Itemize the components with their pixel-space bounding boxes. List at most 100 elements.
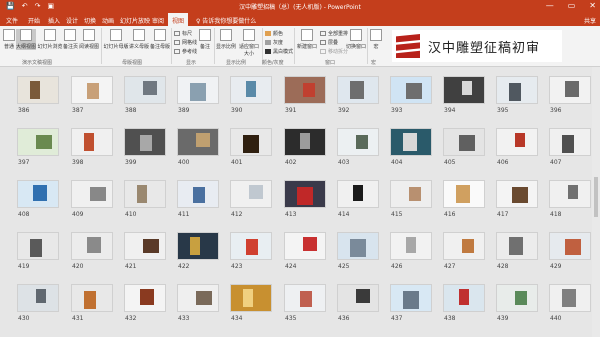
new-window-button[interactable]: 新建窗口 [296, 29, 318, 50]
slide-thumbnail[interactable] [124, 76, 166, 104]
slide-thumbnail[interactable] [337, 284, 379, 312]
slide-thumbnail[interactable] [390, 232, 432, 260]
tell-me-search[interactable]: ♀ 告诉我你想要做什么 [196, 16, 256, 25]
slide-thumbnail[interactable] [284, 180, 326, 208]
slide-thumbnail[interactable] [177, 128, 219, 156]
tab-file[interactable]: 文件 [6, 16, 18, 25]
slide-thumbnail[interactable] [443, 180, 485, 208]
slide-thumbnail[interactable] [124, 284, 166, 312]
close-button[interactable]: ✕ [589, 1, 596, 10]
switch-windows-button[interactable]: 切换窗口 [346, 29, 366, 50]
vertical-scrollbar[interactable] [592, 67, 600, 337]
slide-thumbnail[interactable] [496, 284, 538, 312]
slide-thumbnail[interactable] [71, 128, 113, 156]
slide-thumbnail[interactable] [443, 128, 485, 156]
slide-number: 414 [338, 211, 350, 218]
gridlines-checkbox[interactable]: 网格线 [174, 39, 197, 46]
slide-thumbnail[interactable] [71, 284, 113, 312]
slide-thumbnail[interactable] [549, 232, 591, 260]
slide-thumbnail[interactable] [17, 232, 59, 260]
notes-master-button[interactable]: 备注母版 [150, 29, 170, 50]
slide-thumbnail[interactable] [496, 180, 538, 208]
slide-thumbnail[interactable] [124, 128, 166, 156]
slide-thumbnail[interactable] [284, 284, 326, 312]
slide-thumbnail[interactable] [390, 284, 432, 312]
slide-thumbnail[interactable] [337, 180, 379, 208]
slide-thumbnail[interactable] [71, 232, 113, 260]
slide-thumbnail[interactable] [71, 180, 113, 208]
notes-button[interactable]: 备注 [198, 29, 212, 50]
slide-sorter: 386 387 388 389 390 391 392 393 394 395 396 397 398 3… [0, 67, 600, 337]
minimize-button[interactable]: — [546, 1, 554, 10]
slide-sorter-button[interactable]: 幻灯片浏览 [37, 29, 63, 50]
tab-home[interactable]: 开始 [28, 16, 40, 25]
fit-to-window-button[interactable]: 适应窗口大小 [237, 29, 261, 57]
slide-thumbnail[interactable] [71, 76, 113, 104]
slide-thumbnail[interactable] [230, 284, 272, 312]
tab-design[interactable]: 设计 [66, 16, 78, 25]
slide-thumbnail[interactable] [443, 232, 485, 260]
slide-thumbnail[interactable] [124, 180, 166, 208]
slide-thumbnail[interactable] [230, 128, 272, 156]
share-button[interactable]: 共享 [584, 16, 596, 25]
slide-thumbnail[interactable] [284, 128, 326, 156]
slide-thumbnail[interactable] [230, 232, 272, 260]
tab-animations[interactable]: 动画 [102, 16, 114, 25]
slide-thumbnail[interactable] [337, 76, 379, 104]
slide-thumbnail[interactable] [17, 180, 59, 208]
slide-image [462, 81, 472, 95]
reading-view-button[interactable]: 阅读视图 [78, 29, 100, 50]
slide-thumbnail[interactable] [390, 128, 432, 156]
notes-page-button[interactable]: 备注页 [63, 29, 78, 50]
slide-thumbnail[interactable] [390, 76, 432, 104]
color-option[interactable]: 颜色 [265, 30, 283, 37]
slide-thumbnail[interactable] [284, 232, 326, 260]
restore-button[interactable]: ▭ [568, 1, 576, 10]
slide-thumbnail[interactable] [496, 128, 538, 156]
slide-thumbnail[interactable] [337, 232, 379, 260]
grayscale-option[interactable]: 灰度 [265, 39, 283, 46]
slide-thumbnail[interactable] [230, 76, 272, 104]
black-white-option[interactable]: 黑白模式 [265, 48, 293, 55]
slide-thumbnail[interactable] [177, 76, 219, 104]
slide-image [515, 133, 525, 147]
tab-transitions[interactable]: 切换 [84, 16, 96, 25]
slide-thumbnail[interactable] [549, 180, 591, 208]
slide-thumbnail[interactable] [284, 76, 326, 104]
slide-image [562, 135, 574, 153]
macros-button[interactable]: 宏 [369, 29, 383, 50]
tab-view[interactable]: 视图 [168, 13, 189, 26]
slide-thumbnail[interactable] [496, 232, 538, 260]
tab-insert[interactable]: 插入 [48, 16, 60, 25]
normal-view-button[interactable]: 普通 [2, 29, 16, 50]
slide-number: 428 [497, 263, 509, 270]
slide-thumbnail[interactable] [177, 180, 219, 208]
slide-thumbnail[interactable] [17, 76, 59, 104]
slide-thumbnail[interactable] [337, 128, 379, 156]
slide-thumbnail[interactable] [390, 180, 432, 208]
slide-thumbnail[interactable] [177, 232, 219, 260]
handout-master-button[interactable]: 讲义母版 [129, 29, 149, 50]
slide-thumbnail[interactable] [549, 284, 591, 312]
slide-thumbnail[interactable] [230, 180, 272, 208]
arrange-all-button[interactable]: 全部重排 [320, 30, 348, 37]
outline-view-button[interactable]: 大纲视图 [16, 29, 36, 50]
tab-slideshow[interactable]: 幻灯片放映 [120, 16, 150, 25]
slide-master-button[interactable]: 幻灯片母版 [103, 29, 129, 50]
tab-review[interactable]: 审阅 [152, 16, 164, 25]
cascade-button[interactable]: 层叠 [320, 39, 338, 46]
slide-thumbnail[interactable] [549, 76, 591, 104]
slide-thumbnail[interactable] [443, 284, 485, 312]
guides-checkbox[interactable]: 参考线 [174, 48, 197, 55]
ruler-checkbox[interactable]: 标尺 [174, 30, 192, 37]
scrollbar-thumb[interactable] [594, 177, 598, 217]
slide-thumbnail[interactable] [124, 232, 166, 260]
slide-thumbnail[interactable] [177, 284, 219, 312]
zoom-button[interactable]: 显示比例 [216, 29, 236, 50]
slide-thumbnail[interactable] [549, 128, 591, 156]
slide-thumbnail[interactable] [443, 76, 485, 104]
slide-thumbnail[interactable] [496, 76, 538, 104]
slide-thumbnail[interactable] [17, 128, 59, 156]
slide-thumbnail[interactable] [17, 284, 59, 312]
move-split-button[interactable]: 移动拆分 [320, 48, 348, 55]
